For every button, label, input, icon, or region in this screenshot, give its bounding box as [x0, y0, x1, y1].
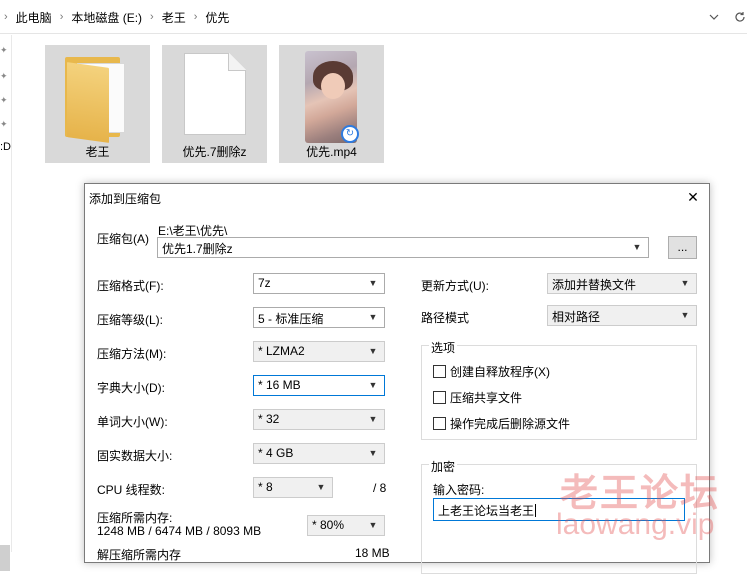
chevron-down-icon[interactable]: ▼ — [678, 275, 692, 292]
word-size-label: 单词大小(W): — [97, 415, 168, 429]
archive-name-combo[interactable]: 优先1.7删除z ▼ — [157, 237, 649, 258]
chevron-down-icon[interactable]: ▼ — [366, 275, 380, 292]
memory-percent-value: * 80% — [312, 518, 345, 532]
chevron-down-icon[interactable]: ▼ — [630, 239, 644, 256]
watermark-url: laowang.vip — [556, 508, 715, 541]
breadcrumb-youxian[interactable]: 优先 — [205, 9, 229, 26]
memory-values: 1248 MB / 6474 MB / 8093 MB — [97, 524, 262, 538]
chevron-down-icon[interactable]: ▼ — [366, 411, 380, 428]
decompress-memory-label: 解压缩所需内存 — [97, 548, 182, 562]
method-select[interactable]: * LZMA2 ▼ — [253, 341, 385, 362]
breadcrumb: › 此电脑 › 本地磁盘 (E:) › 老王 › 优先 — [0, 5, 700, 29]
format-value: 7z — [258, 276, 271, 290]
shared-files-checkbox[interactable]: 压缩共享文件 — [433, 389, 522, 406]
level-value: 5 - 标准压缩 — [258, 312, 324, 326]
breadcrumb-this-pc[interactable]: 此电脑 — [16, 9, 52, 26]
chevron-down-icon[interactable]: ▼ — [314, 479, 328, 496]
pin-icon: ✦ — [0, 71, 8, 81]
chevron-down-icon[interactable]: ▼ — [366, 343, 380, 360]
sfx-checkbox[interactable]: 创建自释放程序(X) — [433, 363, 550, 380]
checkbox-box[interactable] — [433, 391, 446, 404]
pin-icon: ✦ — [0, 119, 8, 129]
level-select[interactable]: 5 - 标准压缩 ▼ — [253, 307, 385, 328]
breadcrumb-arrow-icon[interactable]: › — [4, 11, 8, 23]
word-size-value: * 32 — [258, 412, 280, 426]
path-mode-value: 相对路径 — [552, 310, 601, 324]
file-name: 优先.7删除z — [182, 145, 247, 159]
archive-name-value: 优先1.7删除z — [162, 242, 233, 256]
solid-size-select[interactable]: * 4 GB ▼ — [253, 443, 385, 464]
format-label: 压缩格式(F): — [97, 279, 164, 293]
memory-percent-select[interactable]: * 80% ▼ — [307, 515, 385, 536]
cpu-threads-value: * 8 — [258, 480, 273, 494]
path-mode-label: 路径模式 — [421, 311, 470, 325]
chevron-down-icon[interactable]: ▼ — [366, 517, 380, 534]
dialog-titlebar[interactable]: 添加到压缩包 ✕ — [85, 184, 709, 209]
word-size-select[interactable]: * 32 ▼ — [253, 409, 385, 430]
chevron-down-icon[interactable]: ▼ — [366, 377, 380, 394]
method-label: 压缩方法(M): — [97, 347, 167, 361]
pin-icon: ✦ — [0, 45, 8, 55]
archive-label: 压缩包(A) — [97, 232, 149, 246]
browse-button[interactable]: ... — [668, 236, 697, 259]
nav-partial-label[interactable]: :D — [0, 141, 11, 153]
password-label: 输入密码: — [433, 483, 485, 497]
password-value: 上老王论坛当老王 — [438, 504, 535, 518]
chevron-down-icon[interactable] — [702, 5, 726, 29]
cpu-threads-label: CPU 线程数: — [97, 483, 166, 497]
options-group-title: 选项 — [429, 339, 458, 356]
address-bar[interactable]: › 此电脑 › 本地磁盘 (E:) › 老王 › 优先 — [0, 0, 747, 34]
breadcrumb-arrow-icon[interactable]: › — [194, 11, 198, 23]
pin-icon: ✦ — [0, 95, 8, 105]
file-tile-folder[interactable]: 老王 — [45, 45, 150, 163]
chevron-down-icon[interactable]: ▼ — [678, 307, 692, 324]
breadcrumb-arrow-icon[interactable]: › — [150, 11, 154, 23]
navigation-pane[interactable]: ✦ ✦ ✦ ✦ :D — [0, 35, 12, 571]
encryption-group-title: 加密 — [429, 458, 458, 475]
solid-size-value: * 4 GB — [258, 446, 294, 460]
update-mode-label: 更新方式(U): — [421, 279, 489, 293]
checkbox-box[interactable] — [433, 365, 446, 378]
solid-size-label: 固实数据大小: — [97, 449, 173, 463]
breadcrumb-drive-e[interactable]: 本地磁盘 (E:) — [71, 9, 142, 26]
path-mode-select[interactable]: 相对路径 ▼ — [547, 305, 697, 326]
checkbox-label: 操作完成后删除源文件 — [450, 417, 571, 431]
update-mode-value: 添加并替换文件 — [552, 278, 637, 292]
dictionary-select[interactable]: * 16 MB ▼ — [253, 375, 385, 396]
checkbox-box[interactable] — [433, 417, 446, 430]
checkbox-label: 创建自释放程序(X) — [450, 365, 550, 379]
scrollbar-thumb[interactable] — [0, 545, 10, 571]
decompress-memory-value: 18 MB — [355, 546, 390, 560]
dialog-title: 添加到压缩包 — [89, 192, 162, 206]
update-mode-select[interactable]: 添加并替换文件 ▼ — [547, 273, 697, 294]
cpu-threads-total: / 8 — [373, 481, 387, 495]
file-tile-archive[interactable]: 优先.7删除z — [162, 45, 267, 163]
breadcrumb-arrow-icon[interactable]: › — [60, 11, 64, 23]
format-select[interactable]: 7z ▼ — [253, 273, 385, 294]
dictionary-label: 字典大小(D): — [97, 381, 165, 395]
dictionary-value: * 16 MB — [258, 378, 301, 392]
text-cursor — [535, 504, 537, 517]
method-value: * LZMA2 — [258, 344, 305, 358]
level-label: 压缩等级(L): — [97, 313, 164, 327]
close-icon[interactable]: ✕ — [683, 187, 703, 207]
file-tile-video[interactable]: ↻ 优先.mp4 — [279, 45, 384, 163]
cpu-threads-select[interactable]: * 8 ▼ — [253, 477, 333, 498]
chevron-down-icon[interactable]: ▼ — [366, 445, 380, 462]
file-name: 优先.mp4 — [306, 145, 357, 159]
delete-source-checkbox[interactable]: 操作完成后删除源文件 — [433, 415, 570, 432]
file-name: 老王 — [85, 145, 110, 159]
media-player-icon: ↻ — [341, 125, 359, 143]
chevron-down-icon[interactable]: ▼ — [366, 309, 380, 326]
breadcrumb-laowang[interactable]: 老王 — [162, 9, 186, 26]
checkbox-label: 压缩共享文件 — [450, 391, 523, 405]
refresh-icon[interactable] — [728, 5, 747, 29]
